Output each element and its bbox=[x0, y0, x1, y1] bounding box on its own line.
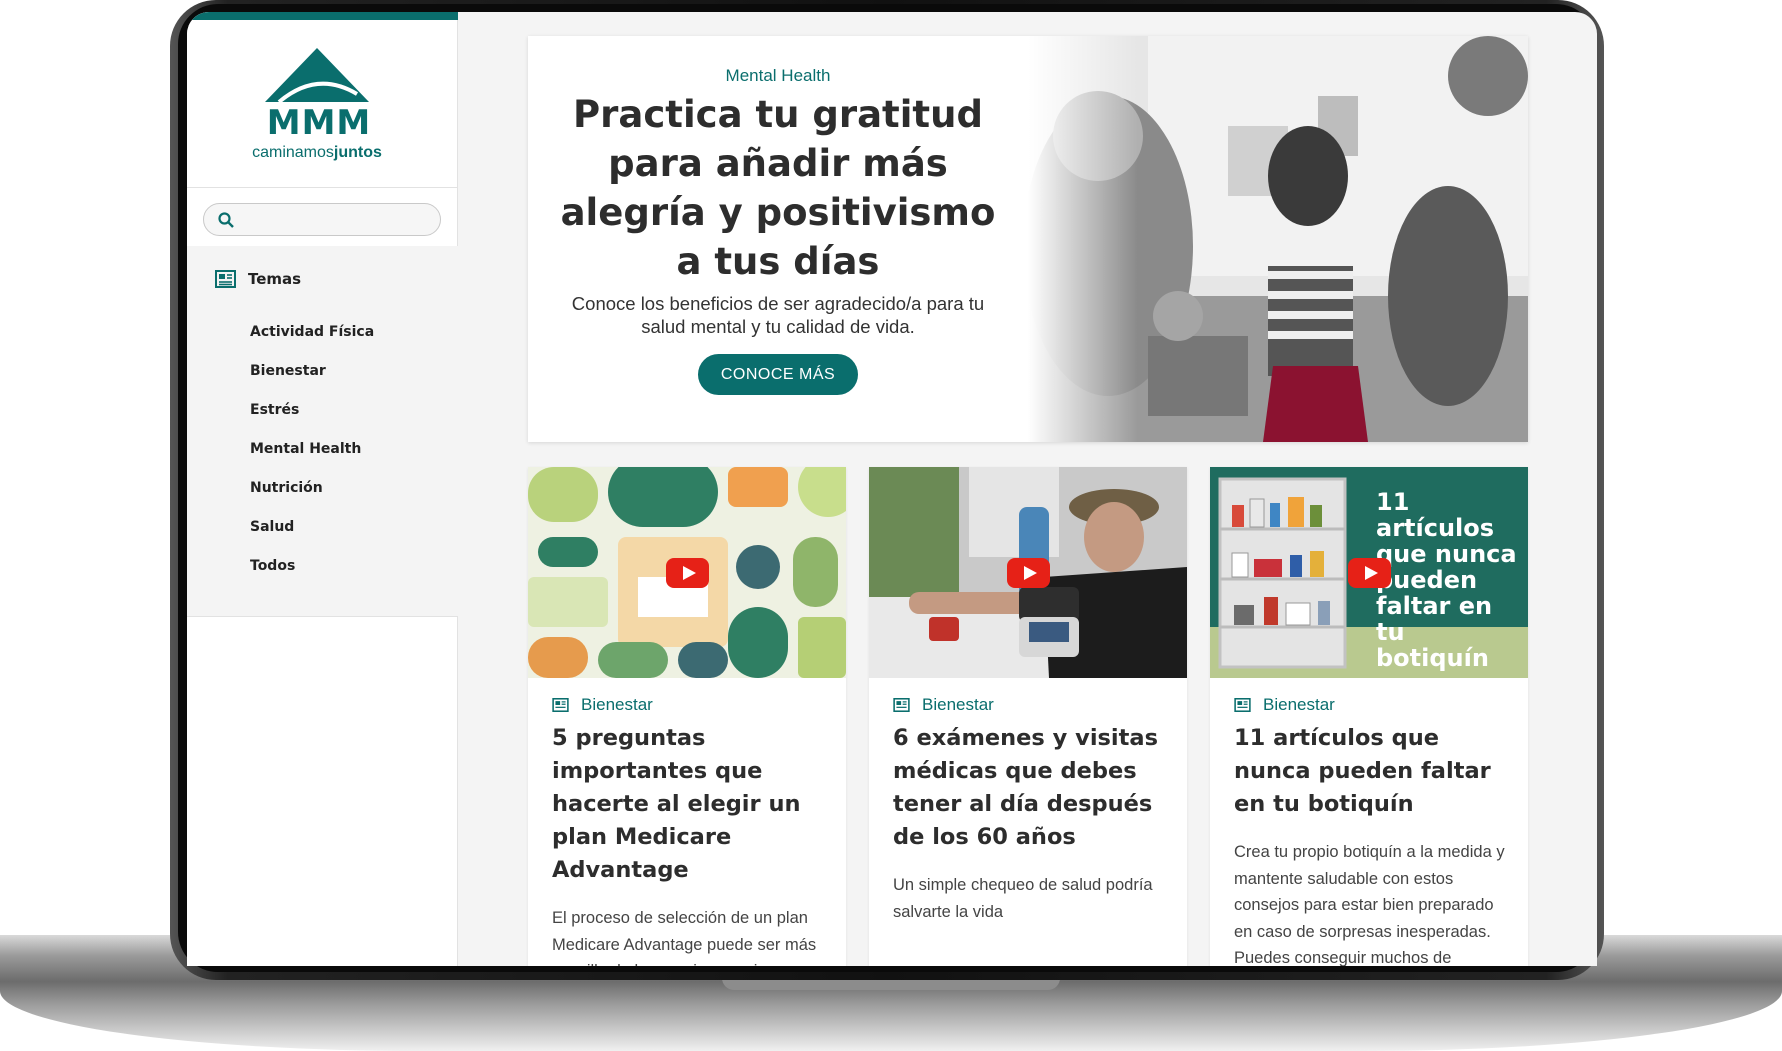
search-box[interactable] bbox=[203, 203, 441, 236]
logo-wordmark: MMM bbox=[266, 103, 372, 143]
browser-screen: MMM caminamosjuntos Temas Actividad Físi… bbox=[187, 12, 1597, 966]
learn-more-button[interactable]: CONOCE MÁS bbox=[698, 354, 858, 395]
card-description: El proceso de selección de un plan Medic… bbox=[552, 909, 817, 966]
hero-banner: Mental Health Practica tu gratitud para … bbox=[528, 36, 1528, 442]
newspaper-icon bbox=[1234, 698, 1251, 712]
newspaper-icon bbox=[552, 698, 569, 712]
card-title[interactable]: 6 exámenes y visitas médicas que debes t… bbox=[893, 722, 1173, 854]
sidebar-item-actividad-fisica[interactable]: Actividad Física bbox=[250, 324, 374, 340]
hero-description: Conoce los beneficios de ser agradecido/… bbox=[571, 293, 985, 337]
sidebar-item-todos[interactable]: Todos bbox=[250, 558, 295, 574]
card-category-label: Bienestar bbox=[581, 695, 653, 714]
sidebar-item-estres[interactable]: Estrés bbox=[250, 402, 299, 418]
card-category-label: Bienestar bbox=[922, 695, 994, 714]
sidebar-item-nutricion[interactable]: Nutrición bbox=[250, 480, 323, 496]
topics-nav: Temas Actividad Física Bienestar Estrés … bbox=[187, 246, 458, 616]
hero-photo-people-dancing[interactable] bbox=[1028, 36, 1528, 442]
hero-category[interactable]: Mental Health bbox=[528, 66, 1028, 86]
hero-text: Mental Health Practica tu gratitud para … bbox=[528, 36, 1028, 442]
sidebar-item-mental-health[interactable]: Mental Health bbox=[250, 441, 361, 457]
sidebar: MMM caminamosjuntos Temas Actividad Físi… bbox=[187, 12, 458, 966]
topics-header: Temas bbox=[215, 270, 301, 288]
play-video-icon[interactable] bbox=[1348, 558, 1391, 588]
article-card[interactable]: 11 artículos que nunca pueden faltar en … bbox=[1210, 467, 1528, 966]
card-description: Un simple chequeo de salud podría salvar… bbox=[893, 876, 1153, 921]
hero-title[interactable]: Practica tu gratitud para añadir más ale… bbox=[548, 90, 1008, 286]
sidebar-accent-bar bbox=[187, 12, 458, 20]
sidebar-item-bienestar[interactable]: Bienestar bbox=[250, 363, 326, 379]
play-video-icon[interactable] bbox=[1007, 558, 1050, 588]
logo-roof-icon bbox=[265, 48, 369, 102]
brand-logo[interactable]: MMM caminamosjuntos bbox=[237, 48, 387, 168]
card-category-label: Bienestar bbox=[1263, 695, 1335, 714]
play-video-icon[interactable] bbox=[666, 558, 709, 588]
article-card[interactable]: Bienestar 5 preguntas importantes que ha… bbox=[528, 467, 846, 966]
card-title[interactable]: 11 artículos que nunca pueden faltar en … bbox=[1234, 722, 1514, 821]
card-category[interactable]: Bienestar bbox=[1234, 695, 1335, 715]
card-category[interactable]: Bienestar bbox=[552, 695, 653, 715]
topics-label: Temas bbox=[248, 270, 302, 288]
card-title[interactable]: 5 preguntas importantes que hacerte al e… bbox=[552, 722, 832, 887]
newspaper-icon bbox=[215, 270, 236, 288]
search-icon bbox=[218, 212, 234, 228]
sidebar-item-salud[interactable]: Salud bbox=[250, 519, 294, 535]
sidebar-divider bbox=[187, 616, 458, 617]
newspaper-icon bbox=[893, 698, 910, 712]
thumbnail-overlay-text: 11 artículos que nunca pueden faltar en … bbox=[1376, 488, 1517, 672]
sidebar-divider bbox=[187, 187, 458, 188]
card-category[interactable]: Bienestar bbox=[893, 695, 994, 715]
card-description: Crea tu propio botiquín a la medida y ma… bbox=[1234, 843, 1505, 966]
logo-tagline: caminamosjuntos bbox=[252, 144, 382, 161]
search-input[interactable] bbox=[240, 208, 430, 232]
article-card[interactable]: Bienestar 6 exámenes y visitas médicas q… bbox=[869, 467, 1187, 966]
